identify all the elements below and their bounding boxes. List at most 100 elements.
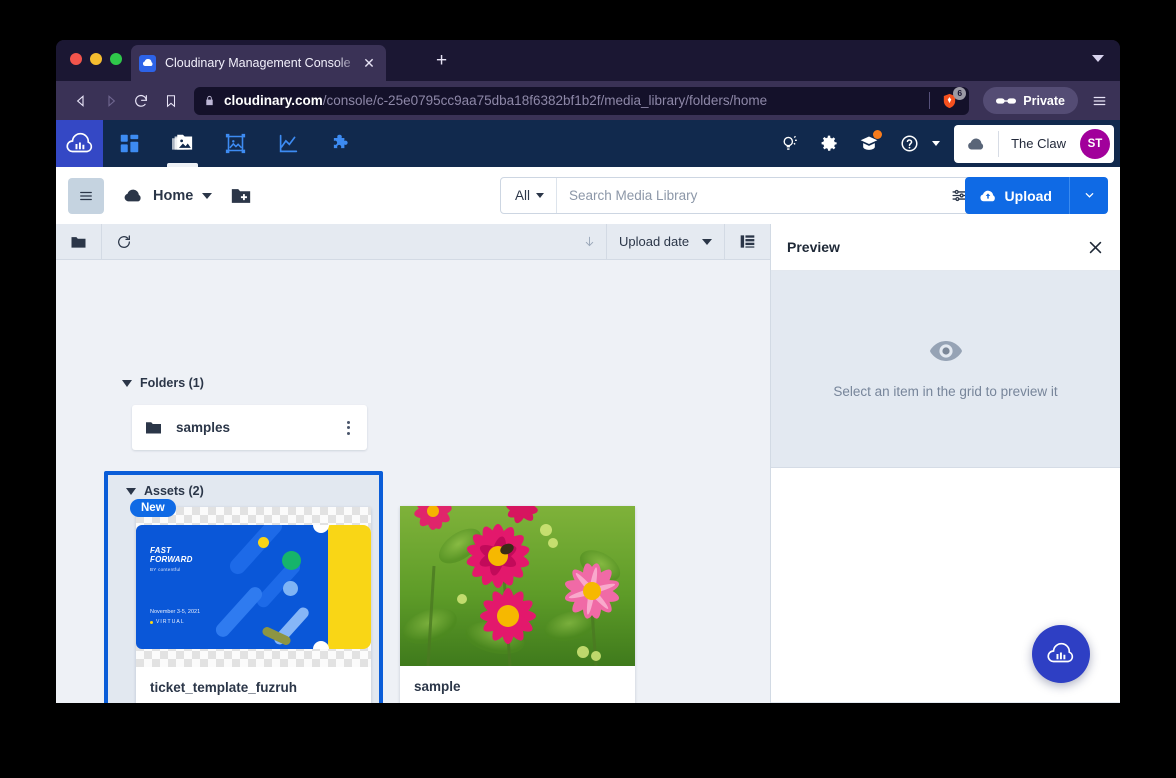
nav-tool-ideas[interactable] [769,120,809,167]
window-controls [70,53,122,65]
close-window-button[interactable] [70,53,82,65]
cloud-icon [124,189,141,202]
ticket-blue-body: FAST FORWARD BY contentful November 3-5,… [136,525,328,649]
photo-library-icon [172,134,193,150]
folder-view-button[interactable] [56,223,102,260]
screen: Cloudinary Management Console ✕ + cloudi… [0,0,1176,778]
application: The Claw ST Home All Search Media Librar… [56,120,1120,703]
app-nav-tools: The Claw ST [769,120,1120,167]
lock-icon [204,94,215,107]
close-icon[interactable] [1087,239,1104,256]
upload-label: Upload [1004,187,1052,204]
view-mode-button[interactable] [724,223,770,260]
event-mode: VIRTUAL [150,619,185,625]
folders-section-header[interactable]: Folders (1) [122,376,204,390]
chevron-down-icon[interactable] [1092,55,1104,62]
sort-dropdown[interactable]: Upload date [606,223,724,260]
library-header: Home All Search Media Library Upload [56,167,1120,224]
cloud-icon [968,137,984,149]
preview-empty-state: Select an item in the grid to preview it [771,271,1120,468]
kebab-menu-icon[interactable] [342,417,355,439]
refresh-button[interactable] [102,224,146,260]
list-view-icon [740,235,755,248]
minimize-window-button[interactable] [90,53,102,65]
flower-photo [400,506,635,666]
search-input[interactable] [557,188,943,203]
refresh-icon [118,234,130,248]
search-bar[interactable]: All [500,177,1015,214]
search-scope-dropdown[interactable]: All [501,178,558,213]
url-host: cloudinary.com [224,93,323,108]
upload-options-button[interactable] [1069,177,1108,214]
cloudinary-logo-icon[interactable] [56,120,103,167]
reload-icon[interactable] [126,87,156,115]
forward-arrow-icon[interactable] [96,87,126,115]
collapse-triangle-icon [122,379,132,387]
preview-empty-message: Select an item in the grid to preview it [833,383,1058,399]
lightbulb-icon [783,135,797,150]
search-scope-label: All [515,188,531,203]
image-frame-icon [225,133,246,154]
question-circle-icon[interactable] [889,120,929,167]
brave-shield-icon[interactable]: 6 [939,86,967,111]
asset-thumbnail[interactable]: FAST FORWARD BY contentful November 3-5,… [136,507,371,667]
assets-section-label: Assets (2) [144,484,204,498]
arrow-down-icon [585,236,593,247]
sort-direction-button[interactable] [572,224,606,260]
nav-item-media-library[interactable] [156,120,209,167]
sidebar-toggle-button[interactable] [68,177,104,214]
folder-icon [71,236,86,248]
nav-item-dashboard[interactable] [103,120,156,167]
line-chart-icon [279,134,298,153]
bookmark-icon[interactable] [156,87,186,115]
upload-button-group[interactable]: Upload [964,177,1108,214]
caret-down-icon [702,238,712,245]
asset-thumbnail[interactable] [400,506,635,666]
nav-tool-settings[interactable] [809,120,849,167]
asset-title: ticket_template_fuzruh [136,667,371,703]
upload-button[interactable]: Upload [964,177,1069,214]
preview-title: Preview [787,239,840,255]
nav-tool-academy[interactable] [849,120,889,167]
nav-tool-help[interactable] [889,120,946,167]
hamburger-menu-icon [80,191,92,200]
caret-down-icon[interactable] [202,192,213,199]
assets-selection-region[interactable]: Assets (2) New FAST FORWARD BY contentfu… [104,471,383,703]
shield-count-badge: 6 [953,86,967,100]
caret-down-icon[interactable] [932,141,941,146]
private-label: Private [1023,93,1065,108]
nav-item-transformations[interactable] [209,120,262,167]
avatar[interactable]: ST [1080,128,1110,159]
account-selector[interactable]: The Claw ST [954,124,1114,163]
url-path: /console/c-25e0795cc9aa75dba18f6382bf1b2… [322,93,768,108]
address-bar[interactable]: cloudinary.com/console/c-25e0795cc9aa75d… [194,86,970,115]
new-folder-button[interactable] [230,186,252,205]
nav-item-add-ons[interactable] [315,120,368,167]
new-tab-button[interactable]: + [436,51,447,70]
ticket-yellow-stub [321,525,371,649]
ticket-graphic: FAST FORWARD BY contentful November 3-5,… [136,525,371,649]
app-nav-bar: The Claw ST [56,120,1120,167]
asset-card[interactable]: sample JPG 117.43 KB 864 × 576 [400,506,635,703]
close-icon[interactable]: ✕ [360,54,378,72]
folder-item-samples[interactable]: samples [132,405,367,450]
asset-card[interactable]: New FAST FORWARD BY contentful November … [130,499,371,703]
folder-icon [146,422,161,434]
collapse-triangle-icon [126,487,136,495]
assets-section-header[interactable]: Assets (2) [126,484,204,498]
folder-name: samples [176,420,231,435]
tab-title: Cloudinary Management Console [165,56,351,70]
browser-tab[interactable]: Cloudinary Management Console ✕ [131,45,386,81]
maximize-window-button[interactable] [110,53,122,65]
hamburger-menu-icon[interactable] [1088,94,1110,108]
support-fab-button[interactable] [1032,625,1090,683]
url-text: cloudinary.com/console/c-25e0795cc9aa75d… [224,93,767,108]
fast-forward-logo: FAST FORWARD BY contentful [150,546,193,572]
private-window-indicator[interactable]: Private [983,87,1078,114]
breadcrumb[interactable]: Home [122,188,213,204]
logo-subtitle: BY contentful [150,566,181,572]
back-arrow-icon[interactable] [66,87,96,115]
nav-item-analytics[interactable] [262,120,315,167]
new-badge: New [130,499,176,517]
logo-line-2: FORWARD [150,554,193,564]
